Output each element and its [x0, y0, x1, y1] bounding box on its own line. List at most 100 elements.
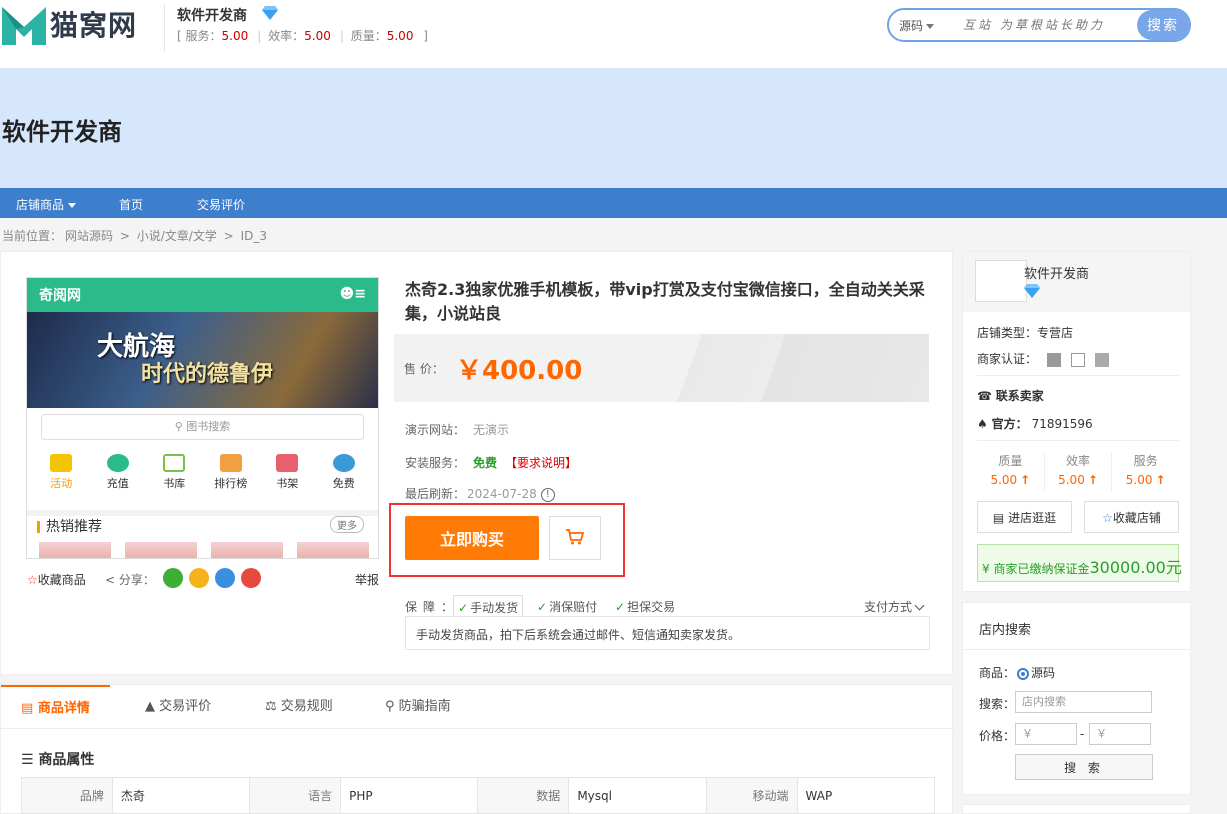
info-icon[interactable]: !	[540, 487, 555, 502]
app-header: 奇阅网 ☻≡	[27, 278, 378, 312]
share-label: < 分享：	[105, 573, 155, 587]
guarantee-bar: 保障： ✓ 手动发货 ✓ 消保赔付 ✓ 担保交易 支付方式	[405, 595, 929, 617]
weibo-icon[interactable]	[241, 568, 261, 588]
rating-value: 5.00	[221, 29, 249, 43]
headset-icon: ☎	[977, 389, 992, 403]
shop-search-button[interactable]: 搜 索	[1015, 754, 1153, 780]
rating-label: 效率：	[268, 29, 305, 43]
share-icons	[163, 568, 261, 588]
price-min-input[interactable]: ￥	[1015, 723, 1077, 745]
add-to-cart-button[interactable]	[549, 516, 601, 560]
install-requirements-link[interactable]: 【要求说明】	[505, 456, 577, 470]
tab-rules[interactable]: ⚖ 交易规则	[245, 685, 353, 729]
price-max-input[interactable]: ￥	[1089, 723, 1151, 745]
header-shop-name[interactable]: 软件开发商	[177, 5, 247, 25]
penguin-icon: ♠	[977, 417, 988, 431]
shop-card-head: 软件开发商	[963, 252, 1190, 312]
nav-home[interactable]: 首页	[119, 196, 143, 213]
tab-anti-fraud[interactable]: ⚲ 防骗指南	[365, 685, 471, 729]
header-divider	[164, 4, 165, 52]
goods-filter: 商品： 源码	[979, 666, 1056, 680]
side-shop-name[interactable]: 软件开发商	[1024, 263, 1089, 282]
shop-card: 软件开发商 店铺类型：专营店 商家认证： ☎ 联系卖家 ♠ 官方： 7189159…	[962, 251, 1191, 592]
install-free: 免费	[473, 456, 498, 470]
product-title: 杰奇2.3独家优雅手机模板，带vip打赏及支付宝微信接口，全自动关关采集，小说站…	[405, 280, 925, 323]
user-menu-icon: ☻≡	[339, 286, 366, 302]
price-box: 售 价： ￥400.00	[394, 334, 929, 402]
tab-details[interactable]: ▤ 商品详情	[1, 685, 110, 729]
app-hot-title: 热销推荐	[27, 510, 378, 536]
recharge-icon: 充值	[96, 454, 140, 491]
phone-cert-icon	[1094, 352, 1109, 367]
deposit-badge: ¥ 商家已缴纳保证金30000.00元	[977, 544, 1182, 582]
logo-text: 猫窝网	[50, 9, 138, 42]
collect-shop-button[interactable]: ☆收藏店铺	[1084, 501, 1179, 533]
shop-type: 店铺类型：专营店	[977, 326, 1074, 340]
attr-title: ☰ 商品属性	[21, 752, 95, 768]
diamond-icon	[1024, 284, 1040, 298]
favorite-goods[interactable]: ☆收藏商品	[27, 571, 86, 588]
guarantee-escrow[interactable]: ✓ 担保交易	[611, 595, 679, 617]
guarantee-description: 手动发货商品，拍下后系统会通过邮件、短信通知卖家发货。	[405, 616, 930, 650]
goods-radio[interactable]	[1017, 667, 1030, 680]
check-icon: ✓	[537, 600, 548, 614]
breadcrumb-item[interactable]: 网站源码	[65, 229, 113, 243]
buy-now-button[interactable]: 立即购买	[405, 516, 539, 560]
sidebar-next-card	[962, 804, 1191, 814]
search-category-select[interactable]: 源码	[899, 17, 934, 34]
updated-row: 最后刷新： 2024-07-28!	[405, 485, 555, 502]
email-cert-icon	[1070, 352, 1085, 367]
detail-tabs: ▤ 商品详情 ▲ 交易评价 ⚖ 交易规则 ⚲ 防骗指南	[1, 685, 954, 729]
activity-icon: 活动	[39, 454, 83, 491]
star-icon: ☆	[1102, 510, 1113, 525]
product-image[interactable]: 奇阅网 ☻≡ 大航海 时代的德鲁伊 ⚲ 图书搜索 活动 充值 书库 排行榜 书架…	[26, 277, 379, 559]
price-value: ￥400.00	[456, 356, 583, 386]
qzone-icon[interactable]	[189, 568, 209, 588]
guarantee-compensation[interactable]: ✓ 消保赔付	[533, 595, 601, 617]
breadcrumb-item[interactable]: 小说/文章/文学	[137, 229, 217, 243]
shop-metrics: 质量5.00 效率5.00 服务5.00	[977, 452, 1179, 492]
table-row: 品牌 杰奇 语言 PHP 数据 Mysql 移动端 WAP	[21, 777, 936, 814]
app-search: ⚲ 图书搜索	[41, 414, 364, 440]
rating-value: 5.00	[304, 29, 331, 43]
library-icon: 书库	[152, 454, 196, 491]
shop-icon: ▤	[992, 510, 1005, 525]
guarantee-manual[interactable]: ✓ 手动发货	[453, 595, 524, 617]
visit-shop-button[interactable]: ▤ 进店逛逛	[977, 501, 1072, 533]
app-icons: 活动 充值 书库 排行榜 书架 免费	[27, 446, 378, 491]
check-icon: ✓	[615, 600, 626, 614]
wechat-icon[interactable]	[163, 568, 183, 588]
metric-efficiency: 效率 5.00	[1045, 452, 1113, 492]
free-icon: 免费	[322, 454, 366, 491]
price-label: 售 价：	[404, 362, 444, 376]
tab-reviews[interactable]: ▲ 交易评价	[125, 685, 231, 729]
qq-icon[interactable]	[215, 568, 235, 588]
shop-avatar[interactable]	[975, 260, 1027, 302]
rating-label: 质量：	[350, 29, 387, 43]
search-input[interactable]	[963, 16, 1133, 34]
app-more: 更多	[330, 516, 364, 533]
nav-reviews[interactable]: 交易评价	[197, 196, 245, 213]
diamond-icon	[262, 6, 278, 20]
shop-search-title: 店内搜索	[979, 623, 1032, 638]
nav-shop-goods[interactable]: 店铺商品	[16, 196, 76, 213]
search-button[interactable]: 搜索	[1137, 10, 1189, 40]
payment-methods[interactable]: 支付方式	[864, 598, 923, 615]
shop-nav: 店铺商品 首页 交易评价	[0, 188, 1227, 218]
breadcrumb-item: ID_3	[240, 229, 267, 243]
header-ratings: [ 服务：5.00 | 效率：5.00 | 质量：5.00 ]	[177, 29, 428, 43]
id-cert-icon	[1046, 352, 1061, 367]
app-thumbs	[39, 542, 369, 558]
banner-title: 软件开发商	[2, 118, 122, 146]
qq-contact[interactable]: ♠ 官方： 71891596	[977, 415, 1093, 432]
cart-icon	[566, 528, 585, 544]
shop-search-input[interactable]: 店内搜索	[1015, 691, 1152, 713]
metric-quality: 质量 5.00	[977, 452, 1045, 492]
site-logo[interactable]: 猫窝网	[2, 2, 142, 46]
top-header: 猫窝网 软件开发商 [ 服务：5.00 | 效率：5.00 | 质量：5.00 ] …	[0, 0, 1227, 68]
report-link[interactable]: 举报	[355, 571, 379, 588]
shop-search-card: 店内搜索 商品： 源码 搜索： 店内搜索 价格： ￥ - ￥ 搜 索	[962, 602, 1191, 795]
shop-cert: 商家认证：	[977, 350, 1109, 367]
star-icon: ☆	[27, 573, 38, 587]
contact-seller: ☎ 联系卖家	[977, 389, 1044, 403]
